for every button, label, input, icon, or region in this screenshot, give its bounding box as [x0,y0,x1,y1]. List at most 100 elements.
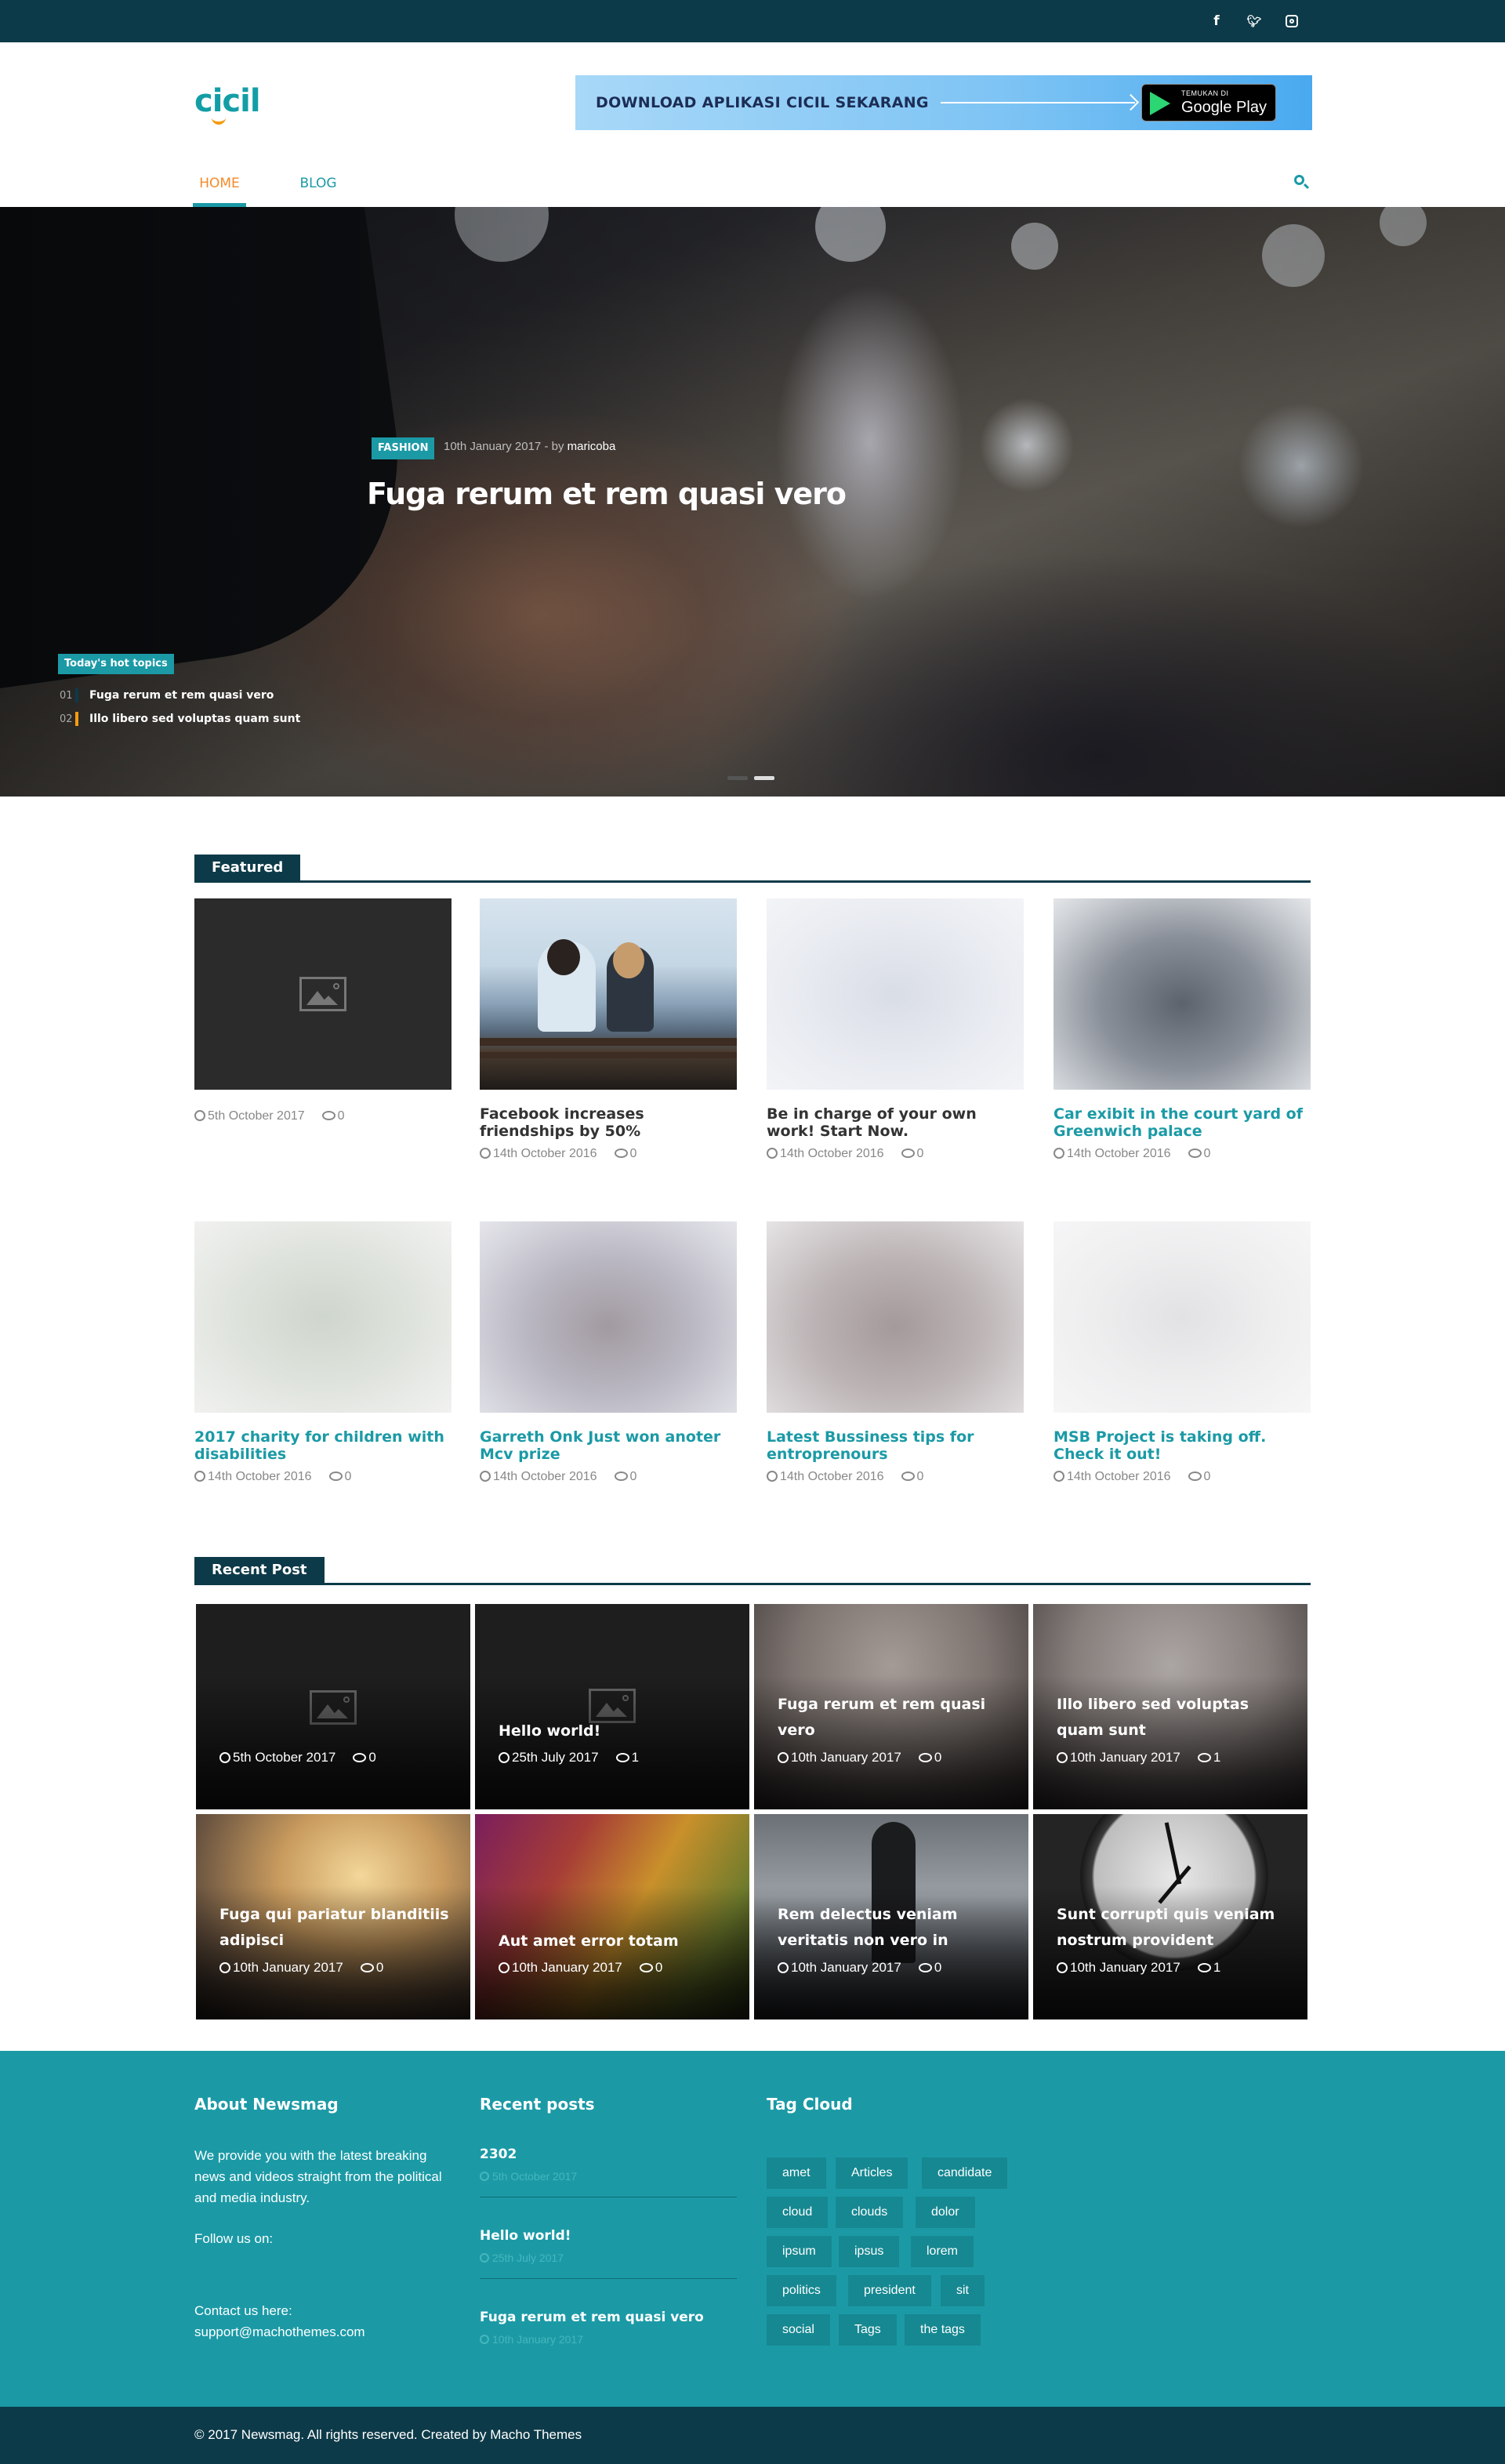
play-store-icon [1150,92,1170,115]
card-image[interactable] [194,1221,452,1413]
tag-link[interactable]: ipsus [839,2236,900,2267]
card-image[interactable] [480,1221,737,1413]
tile-title[interactable]: Fuga rerum et rem quasi vero [778,1692,1013,1744]
tag-link[interactable]: clouds [836,2197,904,2228]
recent-tile[interactable]: Hello world! 25th July 2017 1 [475,1604,749,1809]
tag-link[interactable]: social [767,2314,830,2346]
tile-date: 10th January 2017 [512,1960,622,1975]
recent-tile[interactable]: Sunt corrupti quis veniam nostrum provid… [1033,1814,1307,2019]
clock-icon [480,2253,489,2263]
tag-link[interactable]: amet [767,2157,826,2189]
tag-link[interactable]: ipsum [767,2236,832,2267]
recent-tile[interactable]: Fuga rerum et rem quasi vero 10th Januar… [754,1604,1028,1809]
card-image[interactable] [1054,898,1311,1090]
twitter-icon[interactable]: 🐦︎ [1245,11,1264,31]
card-title[interactable]: MSB Project is taking off. Check it out! [1054,1428,1311,1463]
hero-title[interactable]: Fuga rerum et rem quasi vero [367,477,847,511]
card-meta: 14th October 2016 0 [1054,1146,1311,1162]
tag-link[interactable]: sit [941,2275,985,2306]
footer-post-date: 10th January 2017 [480,2333,737,2346]
featured-card[interactable]: Latest Bussiness tips for entroprenours … [767,1221,1024,1485]
recent-tile[interactable]: Rem delectus veniam veritatis non vero i… [754,1814,1028,2019]
search-icon[interactable] [1292,172,1311,191]
tag-link[interactable]: lorem [911,2236,974,2267]
clock-icon [778,1962,789,1973]
slider-dot[interactable] [727,776,748,780]
card-comments: 0 [1203,1147,1211,1160]
card-title[interactable]: Latest Bussiness tips for entroprenours [767,1428,1024,1463]
featured-card[interactable]: 2017 charity for children with disabilit… [194,1221,452,1485]
hot-topic-item[interactable]: 01 Fuga rerum et rem quasi vero [60,687,274,704]
slider-dot[interactable] [754,776,774,780]
site-footer: About Newsmag We provide you with the la… [0,2051,1505,2407]
card-image[interactable] [480,898,737,1090]
tag-link[interactable]: cloud [767,2197,829,2228]
card-meta: 14th October 2016 0 [480,1146,737,1162]
comment-icon [901,1149,915,1158]
tile-date: 10th January 2017 [791,1750,901,1765]
facebook-icon[interactable]: f [1207,11,1226,31]
tile-title[interactable]: Sunt corrupti quis veniam nostrum provid… [1057,1902,1292,1954]
tag-link[interactable]: candidate [922,2157,1008,2189]
footer-post-date: 5th October 2017 [480,2170,737,2183]
card-meta: 14th October 2016 0 [194,1469,452,1485]
card-image[interactable] [767,1221,1024,1413]
tag-link[interactable]: politics [767,2275,836,2306]
hero-category-badge[interactable]: FASHION [372,437,435,459]
card-comments: 0 [916,1147,924,1160]
tile-title[interactable]: Hello world! [499,1718,734,1744]
instagram-icon[interactable] [1282,11,1301,31]
tile-title[interactable]: Rem delectus veniam veritatis non vero i… [778,1902,1013,1954]
featured-card[interactable]: Garreth Onk Just won anoter Mcv prize 14… [480,1221,737,1485]
card-meta: 14th October 2016 0 [767,1146,1024,1162]
nav-blog[interactable]: BLOG [287,166,350,201]
card-title[interactable]: Car exibit in the court yard of Greenwic… [1054,1105,1311,1140]
tag-link[interactable]: Tags [839,2314,897,2346]
clock-icon [499,1752,510,1763]
card-comments: 0 [629,1470,637,1483]
featured-card[interactable]: Car exibit in the court yard of Greenwic… [1054,898,1311,1162]
card-image[interactable] [767,898,1024,1090]
card-title[interactable]: Facebook increases friendships by 50% [480,1105,737,1140]
tile-meta: 10th January 2017 0 [778,1960,941,1976]
recent-tile[interactable]: Illo libero sed voluptas quam sunt 10th … [1033,1604,1307,1809]
hero-author[interactable]: maricoba [568,440,616,453]
footer-post-title[interactable]: 2302 [480,2146,737,2162]
tag-link[interactable]: president [848,2275,931,2306]
nav-home[interactable]: HOME [188,166,251,207]
tile-comments: 0 [655,1960,663,1975]
footer-recent-post[interactable]: 2302 5th October 2017 [480,2146,737,2197]
tag-link[interactable]: the tags [905,2314,981,2346]
recent-tile[interactable]: Aut amet error totam 10th January 2017 0 [475,1814,749,2019]
footer-post-title[interactable]: Hello world! [480,2228,737,2244]
tag-link[interactable]: dolor [916,2197,975,2228]
featured-card[interactable]: Facebook increases friendships by 50% 14… [480,898,737,1162]
card-image[interactable] [1054,1221,1311,1413]
footer-recent-post[interactable]: Fuga rerum et rem quasi vero 10th Januar… [480,2310,737,2346]
tile-comments: 1 [631,1750,640,1765]
comment-icon [639,1963,653,1972]
card-image-placeholder[interactable] [194,898,452,1090]
clock-icon [480,2335,489,2344]
tile-title[interactable]: Aut amet error totam [499,1929,734,1954]
footer-post-title[interactable]: Fuga rerum et rem quasi vero [480,2310,737,2325]
featured-card[interactable]: MSB Project is taking off. Check it out!… [1054,1221,1311,1485]
google-play-badge[interactable]: TEMUKAN DI Google Play [1141,84,1276,122]
tile-title[interactable]: Fuga qui pariatur blanditiis adipisci [219,1902,455,1954]
card-date: 14th October 2016 [780,1470,884,1483]
featured-card[interactable]: Be in charge of your own work! Start Now… [767,898,1024,1162]
recent-tile[interactable]: Fuga qui pariatur blanditiis adipisci 10… [196,1814,470,2019]
app-download-banner[interactable]: DOWNLOAD APLIKASI CICIL SEKARANG TEMUKAN… [575,75,1312,130]
footer-contact-email[interactable]: support@machothemes.com [194,2321,365,2342]
featured-card[interactable]: 5th October 2017 0 [194,898,452,1124]
tile-title[interactable]: Illo libero sed voluptas quam sunt [1057,1692,1292,1744]
recent-tile[interactable]: 5th October 2017 0 [196,1604,470,1809]
footer-recent-heading: Recent posts [480,2095,595,2114]
footer-recent-post[interactable]: Hello world! 25th July 2017 [480,2228,737,2279]
card-title[interactable]: Be in charge of your own work! Start Now… [767,1105,1024,1140]
card-title[interactable]: Garreth Onk Just won anoter Mcv prize [480,1428,737,1463]
site-logo[interactable]: cicil [194,83,261,125]
card-title[interactable]: 2017 charity for children with disabilit… [194,1428,452,1463]
tag-link[interactable]: Articles [836,2157,908,2189]
hot-topic-item[interactable]: 02 Illo libero sed voluptas quam sunt [60,710,300,728]
